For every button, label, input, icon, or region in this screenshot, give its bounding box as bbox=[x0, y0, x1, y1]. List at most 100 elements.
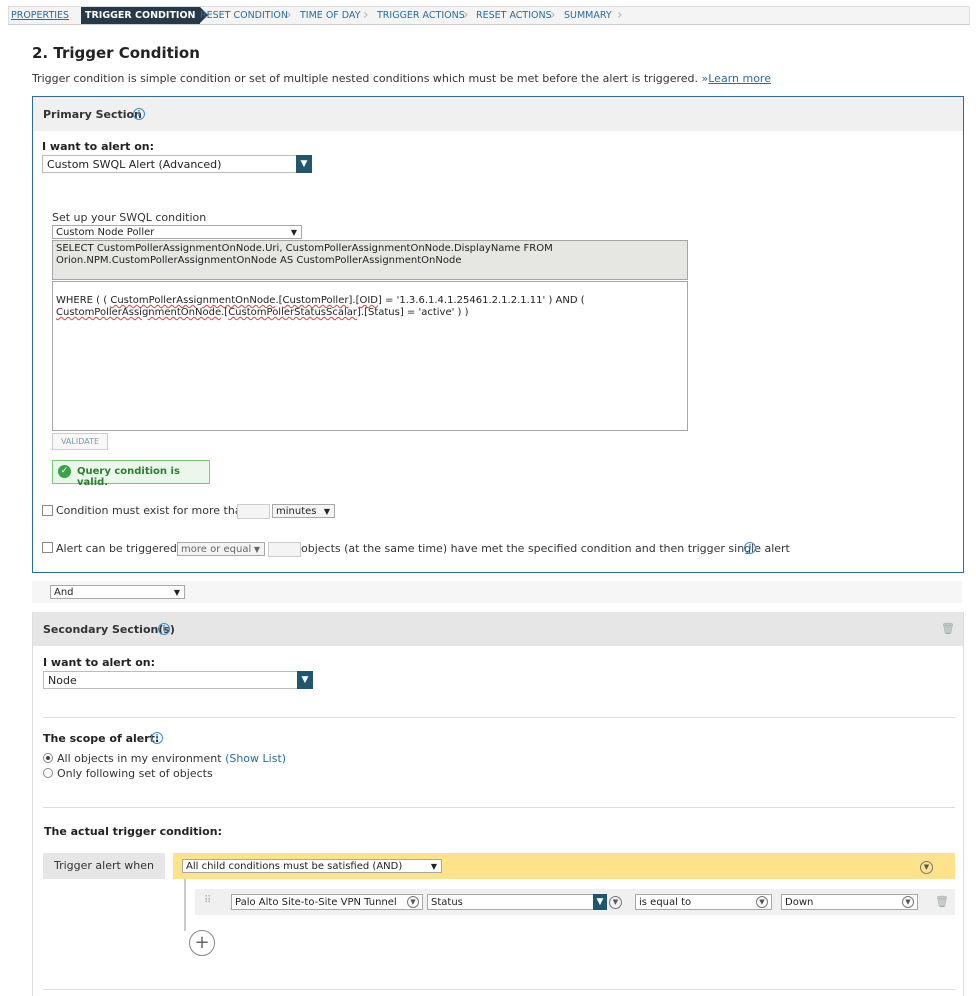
condition-value-value: Down bbox=[785, 897, 814, 908]
group-operator-select[interactable]: All child conditions must be satisfied (… bbox=[182, 859, 442, 873]
scope-label: The scope of alert: bbox=[43, 732, 160, 745]
chevron-down-icon[interactable]: ▼ bbox=[609, 896, 622, 909]
info-icon[interactable]: i bbox=[151, 732, 163, 744]
sql-select-line-1: SELECT CustomPollerAssignmentOnNode.Uri,… bbox=[56, 243, 553, 254]
delete-section-icon[interactable]: 🗑 bbox=[941, 622, 955, 635]
condition-group-bar: All child conditions must be satisfied (… bbox=[173, 853, 955, 879]
condition-object-select[interactable]: Palo Alto Site-to-Site VPN Tunnel ▼ bbox=[231, 894, 423, 910]
sql-token: ].[ bbox=[348, 295, 360, 306]
chevron-down-icon: ▼ bbox=[407, 896, 419, 908]
dropdown-arrow-icon: ▼ bbox=[290, 228, 297, 237]
chevron-down-icon[interactable]: ▼ bbox=[297, 671, 313, 689]
dropdown-arrow-icon: ▼ bbox=[173, 588, 180, 597]
chevron-right-icon: › bbox=[286, 7, 292, 23]
divider bbox=[43, 989, 955, 990]
sql-token: OID bbox=[359, 295, 378, 306]
secondary-alert-on-select[interactable]: Node ▼ bbox=[43, 671, 313, 689]
learn-more-link[interactable]: Learn more bbox=[708, 72, 771, 85]
swql-type-select[interactable]: Custom Node Poller ▼ bbox=[52, 225, 302, 239]
sql-token: CustomPoller bbox=[282, 295, 349, 306]
condition-operator-value: is equal to bbox=[639, 897, 692, 908]
divider bbox=[43, 717, 955, 718]
alert-on-value: Custom SWQL Alert (Advanced) bbox=[47, 158, 222, 171]
exist-minutes-input[interactable] bbox=[237, 504, 270, 519]
sql-where-line-1: WHERE ( ( CustomPollerAssignmentOnNode.[… bbox=[56, 295, 684, 307]
wizard-breadcrumb: PROPERTIES TRIGGER CONDITION RESET CONDI… bbox=[8, 6, 970, 25]
sql-token: .[ bbox=[275, 295, 283, 306]
secondary-section: Secondary Section(s) i 🗑 I want to alert… bbox=[32, 612, 964, 996]
scope-only-radio[interactable] bbox=[43, 768, 53, 778]
info-icon[interactable]: i bbox=[158, 623, 170, 635]
sql-token: ].[Status] = 'active' ) ) bbox=[356, 307, 469, 318]
scope-all-label: All objects in my environment (Show List… bbox=[57, 752, 286, 765]
description-text: Trigger condition is simple condition or… bbox=[32, 72, 699, 85]
exist-unit-select[interactable]: minutes ▼ bbox=[272, 504, 335, 518]
swql-label: Set up your SWQL condition bbox=[52, 211, 207, 224]
step-reset-condition[interactable]: RESET CONDITION bbox=[200, 7, 288, 24]
chevron-down-icon: ▼ bbox=[902, 896, 914, 908]
trigger-count-checkbox[interactable] bbox=[42, 542, 53, 553]
swql-type-value: Custom Node Poller bbox=[56, 227, 155, 238]
trigger-operator-value: more or equal bbox=[181, 544, 252, 555]
secondary-alert-on-label: I want to alert on: bbox=[43, 656, 156, 669]
validation-text: Query condition is valid. bbox=[77, 466, 180, 488]
section-join-row: And ▼ bbox=[32, 581, 962, 603]
page-title: 2. Trigger Condition bbox=[32, 44, 200, 62]
validation-message: ✓ Query condition is valid. bbox=[52, 460, 210, 488]
alert-on-select[interactable]: Custom SWQL Alert (Advanced) ▼ bbox=[42, 155, 312, 173]
sql-token: CustomPollerAssignmentOnNode bbox=[110, 295, 276, 306]
validate-button[interactable]: VALIDATE bbox=[52, 433, 108, 450]
sql-token: WHERE ( ( bbox=[56, 295, 111, 306]
dropdown-arrow-icon: ▼ bbox=[430, 862, 437, 871]
chevron-down-icon: ▼ bbox=[756, 896, 768, 908]
step-time-of-day[interactable]: TIME OF DAY bbox=[300, 7, 361, 24]
primary-section-title: Primary Section bbox=[43, 108, 142, 121]
info-icon[interactable]: i bbox=[133, 108, 145, 120]
step-trigger-condition[interactable]: TRIGGER CONDITION bbox=[81, 7, 207, 24]
sql-select-readonly: SELECT CustomPollerAssignmentOnNode.Uri,… bbox=[52, 240, 688, 280]
exist-checkbox[interactable] bbox=[42, 505, 53, 516]
sql-select-line-2: Orion.NPM.CustomPollerAssignmentOnNode A… bbox=[56, 255, 462, 266]
condition-value-select[interactable]: Down ▼ bbox=[781, 894, 918, 910]
info-icon[interactable]: i bbox=[744, 542, 756, 554]
scope-all-radio[interactable] bbox=[43, 753, 53, 763]
step-reset-actions[interactable]: RESET ACTIONS bbox=[476, 7, 552, 24]
scope-all-text: All objects in my environment bbox=[57, 752, 222, 765]
delete-condition-icon[interactable]: 🗑 bbox=[935, 895, 949, 908]
primary-section-header: Primary Section i bbox=[33, 97, 963, 131]
secondary-alert-on-value: Node bbox=[48, 674, 77, 687]
scope-only-label: Only following set of objects bbox=[57, 767, 213, 780]
chevron-right-icon: › bbox=[363, 7, 369, 23]
join-operator-value: And bbox=[54, 587, 74, 598]
join-operator-select[interactable]: And ▼ bbox=[50, 585, 185, 599]
condition-field-select[interactable]: Status ▼ bbox=[427, 894, 607, 910]
expand-circle-icon[interactable]: ▼ bbox=[920, 861, 933, 874]
exist-label: Condition must exist for more than bbox=[56, 504, 249, 517]
drag-handle-icon[interactable]: ⠿ bbox=[204, 895, 211, 906]
exist-unit-value: minutes bbox=[276, 506, 317, 517]
chevron-right-icon: › bbox=[463, 7, 469, 23]
step-properties[interactable]: PROPERTIES bbox=[11, 7, 69, 24]
chevron-right-icon: › bbox=[550, 7, 556, 23]
trigger-count-input[interactable] bbox=[268, 542, 301, 557]
trigger-count-prefix: Alert can be triggered if bbox=[56, 542, 188, 555]
add-condition-icon[interactable]: + bbox=[189, 930, 215, 956]
show-list-link[interactable]: (Show List) bbox=[225, 752, 286, 765]
condition-operator-select[interactable]: is equal to ▼ bbox=[635, 894, 772, 910]
chevron-down-icon[interactable]: ▼ bbox=[593, 894, 607, 910]
check-circle-icon: ✓ bbox=[58, 465, 71, 478]
dropdown-arrow-icon: ▼ bbox=[253, 545, 260, 554]
page-description: Trigger condition is simple condition or… bbox=[32, 72, 771, 85]
chevron-down-icon[interactable]: ▼ bbox=[296, 155, 312, 173]
condition-object-value: Palo Alto Site-to-Site VPN Tunnel bbox=[235, 897, 397, 908]
secondary-section-title: Secondary Section(s) bbox=[43, 623, 175, 636]
step-trigger-actions[interactable]: TRIGGER ACTIONS bbox=[377, 7, 465, 24]
trigger-when-label: Trigger alert when bbox=[43, 853, 165, 879]
trigger-operator-select[interactable]: more or equal ▼ bbox=[177, 542, 265, 556]
condition-field-value: Status bbox=[431, 897, 463, 908]
sql-where-editor[interactable]: WHERE ( ( CustomPollerAssignmentOnNode.[… bbox=[52, 281, 688, 431]
alert-on-label: I want to alert on: bbox=[42, 140, 155, 153]
sql-token: CustomPollerAssignmentOnNode bbox=[56, 307, 222, 318]
dropdown-arrow-icon: ▼ bbox=[323, 507, 330, 516]
step-summary[interactable]: SUMMARY bbox=[564, 7, 612, 24]
